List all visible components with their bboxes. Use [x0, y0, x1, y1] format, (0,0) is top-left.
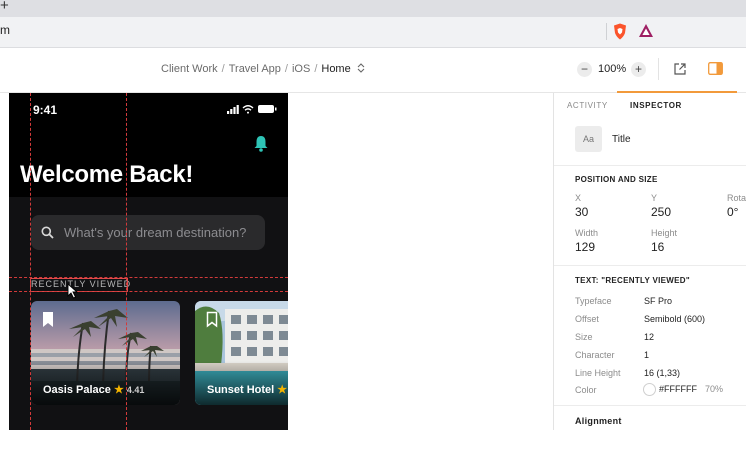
text-style-header: TEXT: "RECENTLY VIEWED": [575, 276, 690, 285]
mouse-cursor-icon: [67, 283, 79, 299]
page-switcher-chevron-icon[interactable]: [357, 63, 365, 73]
section-divider: [554, 405, 746, 406]
hotel-card-title: Sunset Hotel ★: [207, 383, 287, 396]
hotel-rating: 4.41: [126, 385, 145, 395]
bookmark-icon[interactable]: [42, 311, 54, 328]
line-height-label: Line Height: [575, 368, 621, 378]
typeface-label: Typeface: [575, 296, 612, 306]
toggle-panel-icon[interactable]: [708, 62, 723, 75]
color-value[interactable]: #FFFFFF: [659, 384, 697, 394]
layout-guide: [9, 291, 288, 292]
hotel-card[interactable]: Sunset Hotel ★: [195, 301, 288, 405]
notification-bell-icon[interactable]: [253, 135, 269, 152]
breadcrumb-item-ios[interactable]: iOS: [292, 63, 310, 75]
brave-shield-icon[interactable]: [612, 23, 628, 40]
breadcrumb-separator: /: [221, 63, 225, 75]
tab-activity[interactable]: ACTIVITY: [567, 101, 608, 110]
toolbar-divider: [658, 58, 659, 80]
rotation-value[interactable]: 0°: [727, 205, 738, 219]
hotel-card-title: Oasis Palace ★ 4.41: [43, 383, 144, 396]
layer-name: Title: [612, 134, 631, 145]
weight-value[interactable]: Semibold (600): [644, 314, 705, 324]
width-value[interactable]: 129: [575, 240, 595, 254]
section-divider: [554, 165, 746, 166]
y-value[interactable]: 250: [651, 205, 671, 219]
layout-guide: [30, 93, 31, 430]
address-bar-divider: [606, 23, 607, 40]
alignment-header: Alignment: [575, 416, 622, 426]
section-divider: [554, 265, 746, 266]
typeface-value[interactable]: SF Pro: [644, 296, 672, 306]
star-icon: ★: [113, 384, 124, 396]
bookmark-outline-icon[interactable]: [206, 311, 218, 328]
size-label: Size: [575, 332, 593, 342]
cellular-signal-icon: [227, 105, 239, 114]
width-label: Width: [575, 228, 599, 238]
search-placeholder: What's your dream destination?: [64, 225, 247, 240]
breadcrumb-item-travel-app[interactable]: Travel App: [229, 63, 281, 75]
search-icon: [41, 226, 54, 239]
status-icons: [227, 105, 277, 114]
star-icon: ★: [277, 384, 288, 396]
status-time: 9:41: [33, 103, 58, 117]
zoom-level[interactable]: 100%: [598, 63, 626, 75]
y-label: Y: [651, 193, 658, 203]
zoom-in-button[interactable]: +: [631, 62, 646, 77]
height-label: Height: [651, 228, 678, 238]
zoom-out-button[interactable]: −: [577, 62, 592, 77]
breadcrumb-separator: /: [314, 63, 318, 75]
browser-tab-strip: +: [0, 0, 746, 17]
text-layer-icon: Aa: [575, 126, 602, 152]
position-size-header: POSITION AND SIZE: [575, 175, 658, 184]
hotel-name: Sunset Hotel: [207, 384, 275, 396]
selection-outline: [30, 278, 128, 292]
color-opacity[interactable]: 70%: [705, 384, 723, 394]
wifi-icon: [242, 105, 254, 114]
battery-icon: [258, 105, 277, 113]
hotel-name: Oasis Palace: [43, 384, 111, 396]
url-text[interactable]: m: [0, 23, 10, 37]
line-height-value[interactable]: 16 (1,33): [644, 368, 680, 378]
breadcrumb-separator: /: [284, 63, 288, 75]
height-value[interactable]: 16: [651, 240, 664, 254]
weight-label: Offset: [575, 314, 599, 324]
x-value[interactable]: 30: [575, 205, 588, 219]
phone-artboard[interactable]: 9:41 Welcome Back! What's your dream des…: [9, 93, 288, 430]
character-value[interactable]: 1: [644, 350, 649, 360]
address-bar[interactable]: m: [0, 17, 746, 48]
greeting-title: Welcome Back!: [20, 161, 194, 188]
breadcrumb-item-home[interactable]: Home: [321, 63, 350, 75]
open-external-icon[interactable]: [673, 62, 687, 76]
breadcrumb-item-client-work[interactable]: Client Work: [161, 63, 218, 75]
x-label: X: [575, 193, 582, 203]
color-label: Color: [575, 385, 597, 395]
rotation-label: Rota: [727, 193, 746, 203]
breadcrumb: Client Work / Travel App / iOS / Home: [161, 63, 365, 75]
tab-inspector[interactable]: INSPECTOR: [630, 101, 682, 110]
character-label: Character: [575, 350, 615, 360]
destination-search-field[interactable]: What's your dream destination?: [31, 215, 265, 250]
layout-guide: [9, 277, 288, 278]
layout-guide: [126, 93, 127, 430]
color-swatch[interactable]: [643, 383, 656, 396]
hotel-card[interactable]: Oasis Palace ★ 4.41: [31, 301, 180, 405]
inspector-panel: ACTIVITY INSPECTOR Aa Title POSITION AND…: [553, 93, 746, 430]
size-value[interactable]: 12: [644, 332, 654, 342]
new-tab-button[interactable]: +: [0, 0, 9, 14]
design-toolbar: Client Work / Travel App / iOS / Home − 100% +: [0, 48, 746, 93]
brave-rewards-icon[interactable]: [638, 23, 654, 39]
